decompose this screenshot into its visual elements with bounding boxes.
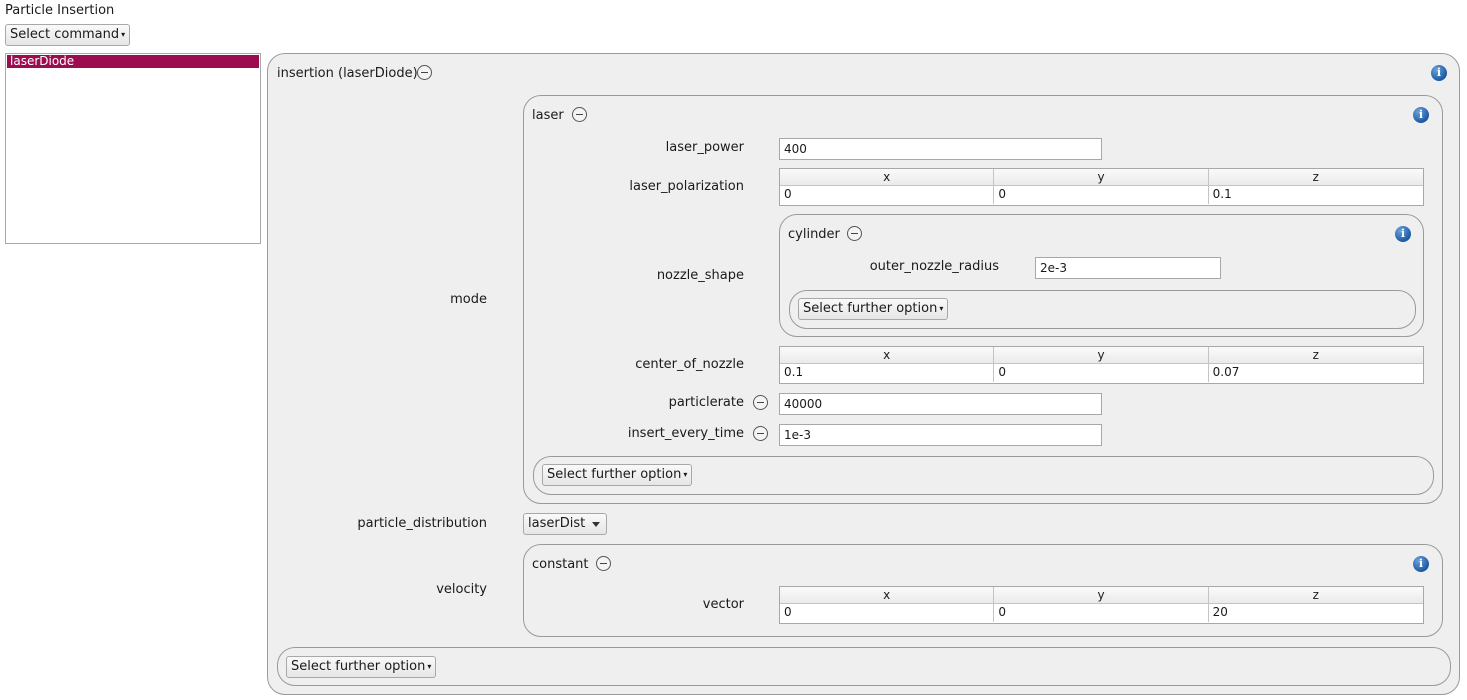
collapse-cylinder-icon[interactable] xyxy=(847,226,862,241)
info-constant-icon[interactable]: i xyxy=(1413,556,1429,572)
vector-table[interactable]: x y z 0 0 20 xyxy=(779,586,1424,624)
vector-x-cell[interactable]: 0 xyxy=(780,604,995,622)
column-header-z: z xyxy=(1208,347,1423,364)
cylinder-further-option-group: Select further option ▾ xyxy=(789,290,1416,329)
laser-polarization-y-cell[interactable]: 0 xyxy=(994,186,1209,204)
insertion-select-further-option-button[interactable]: Select further option ▾ xyxy=(286,656,437,678)
laser-further-option-group: Select further option ▾ xyxy=(533,456,1434,495)
laser-power-input[interactable]: 400 xyxy=(779,138,1102,160)
column-header-z: z xyxy=(1208,587,1423,604)
list-item-laserdiode[interactable]: laserDiode xyxy=(7,55,259,68)
insert-every-time-input[interactable]: 1e-3 xyxy=(779,424,1102,446)
remove-insert-every-time-icon[interactable] xyxy=(753,426,768,441)
insertion-group: insertion (laserDiode) i mode laser i la… xyxy=(267,53,1460,695)
collapse-constant-icon[interactable] xyxy=(596,556,611,571)
column-header-x: x xyxy=(780,587,995,604)
caret-down-icon: ▾ xyxy=(427,662,432,671)
remove-particlerate-icon[interactable] xyxy=(753,395,768,410)
column-header-y: y xyxy=(994,587,1209,604)
laser-select-further-option-button[interactable]: Select further option ▾ xyxy=(542,464,693,486)
insertion-further-option-group: Select further option ▾ xyxy=(277,647,1451,686)
laser-title: laser xyxy=(532,108,564,123)
cylinder-title: cylinder xyxy=(788,227,840,242)
velocity-label: velocity xyxy=(436,582,487,597)
constant-group: constant i vector x y z 0 0 20 xyxy=(523,544,1443,637)
chevron-down-icon xyxy=(592,522,600,527)
vector-y-cell[interactable]: 0 xyxy=(994,604,1209,622)
insertion-title: insertion (laserDiode) xyxy=(277,66,418,81)
particle-distribution-select[interactable]: laserDist xyxy=(523,513,607,535)
column-header-z: z xyxy=(1208,169,1423,186)
outer-nozzle-radius-label: outer_nozzle_radius xyxy=(869,259,999,274)
laser-power-label: laser_power xyxy=(665,140,744,155)
command-list[interactable]: laserDiode xyxy=(5,53,261,244)
caret-down-icon: ▾ xyxy=(939,304,944,313)
laser-polarization-label: laser_polarization xyxy=(629,179,744,194)
particle-distribution-value: laserDist xyxy=(528,516,586,531)
laser-group: laser i laser_power 400 laser_polarizati… xyxy=(523,95,1443,504)
center-of-nozzle-z-cell[interactable]: 0.07 xyxy=(1209,364,1423,382)
cylinder-further-option-label: Select further option xyxy=(803,301,938,316)
mode-label: mode xyxy=(450,292,487,307)
select-command-button[interactable]: Select command ▾ xyxy=(5,24,131,46)
info-cylinder-icon[interactable]: i xyxy=(1395,226,1411,242)
nozzle-shape-label: nozzle_shape xyxy=(656,268,744,283)
insertion-further-option-label: Select further option xyxy=(291,659,426,674)
collapse-insertion-icon[interactable] xyxy=(417,65,432,80)
cylinder-select-further-option-button[interactable]: Select further option ▾ xyxy=(798,298,949,320)
select-command-label: Select command xyxy=(10,27,120,42)
caret-down-icon: ▾ xyxy=(683,470,688,479)
insert-every-time-label: insert_every_time xyxy=(627,426,744,441)
center-of-nozzle-table[interactable]: x y z 0.1 0 0.07 xyxy=(779,346,1424,384)
vector-z-cell[interactable]: 20 xyxy=(1209,604,1423,622)
particlerate-label: particlerate xyxy=(668,395,744,410)
laser-further-option-label: Select further option xyxy=(547,467,682,482)
laser-polarization-z-cell[interactable]: 0.1 xyxy=(1209,186,1423,204)
info-insertion-icon[interactable]: i xyxy=(1431,65,1447,81)
column-header-y: y xyxy=(994,169,1209,186)
center-of-nozzle-label: center_of_nozzle xyxy=(635,357,744,372)
collapse-laser-icon[interactable] xyxy=(572,107,587,122)
column-header-x: x xyxy=(780,347,995,364)
cylinder-group: cylinder i outer_nozzle_radius 2e-3 Sele… xyxy=(779,214,1424,337)
vector-label: vector xyxy=(702,597,744,612)
particlerate-input[interactable]: 40000 xyxy=(779,393,1102,415)
center-of-nozzle-x-cell[interactable]: 0.1 xyxy=(780,364,995,382)
info-laser-icon[interactable]: i xyxy=(1413,107,1429,123)
particle-distribution-label: particle_distribution xyxy=(357,516,487,531)
constant-title: constant xyxy=(532,557,589,572)
laser-polarization-table[interactable]: x y z 0 0 0.1 xyxy=(779,168,1424,206)
column-header-y: y xyxy=(994,347,1209,364)
caret-down-icon: ▾ xyxy=(121,30,126,39)
laser-polarization-x-cell[interactable]: 0 xyxy=(780,186,995,204)
outer-nozzle-radius-input[interactable]: 2e-3 xyxy=(1035,257,1221,279)
center-of-nozzle-y-cell[interactable]: 0 xyxy=(994,364,1209,382)
column-header-x: x xyxy=(780,169,995,186)
page-title: Particle Insertion xyxy=(5,3,115,18)
